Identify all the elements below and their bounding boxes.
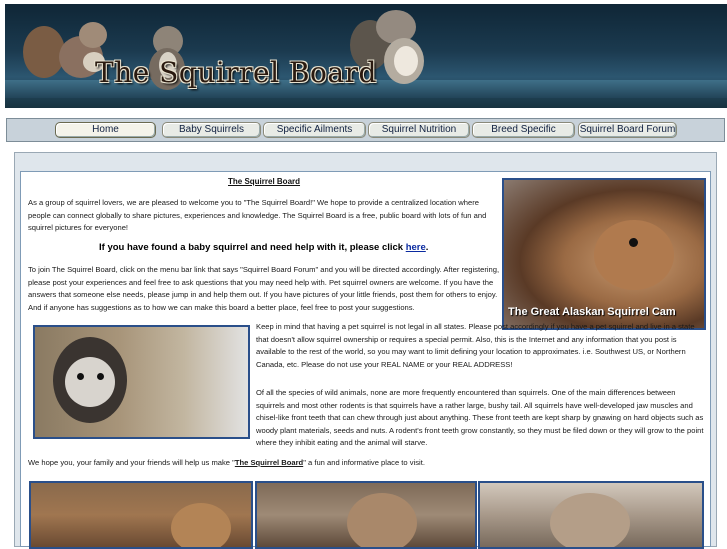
- species-paragraph: Of all the species of wild animals, none…: [256, 388, 704, 448]
- nav-breed-specific[interactable]: Breed Specific: [472, 122, 575, 138]
- pet-eye-left: [77, 373, 84, 380]
- join-paragraph: To join The Squirrel Board, click on the…: [28, 265, 500, 312]
- baby-squirrel-callout: If you have found a baby squirrel and ne…: [99, 242, 428, 253]
- cam-squirrel-shape: [594, 220, 674, 290]
- nav-specific-ailments[interactable]: Specific Ailments: [263, 122, 366, 138]
- pet-squirrel-photo: [33, 325, 250, 439]
- squirrel-cam-image[interactable]: The Great Alaskan Squirrel Cam: [502, 178, 706, 330]
- bottom-squirrel-photo-2: [255, 481, 477, 549]
- pet-face-shape: [65, 357, 115, 407]
- legal-paragraph: Keep in mind that having a pet squirrel …: [256, 322, 695, 369]
- site-banner: The Squirrel Board: [5, 4, 727, 108]
- closing-board-link[interactable]: The Squirrel Board: [235, 458, 303, 467]
- page-title: The Squirrel Board: [228, 177, 301, 186]
- nav-squirrel-board-forum[interactable]: Squirrel Board Forum: [578, 122, 677, 138]
- cam-squirrel-eye: [629, 238, 638, 247]
- squirrel-cam-label: The Great Alaskan Squirrel Cam: [508, 306, 676, 318]
- photo-squirrel-shape: [550, 493, 630, 547]
- baby-help-link[interactable]: here: [406, 242, 426, 253]
- closing-suffix: " a fun and informative place to visit.: [303, 458, 425, 467]
- nav-baby-squirrels[interactable]: Baby Squirrels: [162, 122, 261, 138]
- closing-paragraph: We hope you, your family and your friend…: [28, 457, 628, 470]
- nav-squirrel-nutrition[interactable]: Squirrel Nutrition: [368, 122, 470, 138]
- baby-callout-period: .: [425, 242, 429, 253]
- bottom-squirrel-photo-1: [29, 481, 253, 549]
- baby-callout-text: If you have found a baby squirrel and ne…: [99, 242, 406, 253]
- nav-home[interactable]: Home: [55, 122, 156, 138]
- banner-title: The Squirrel Board: [95, 56, 377, 89]
- bottom-squirrel-photo-3: [478, 481, 704, 549]
- nav-bar: Home Baby Squirrels Specific Ailments Sq…: [6, 118, 725, 142]
- pet-eye-right: [97, 373, 104, 380]
- intro-paragraph: As a group of squirrel lovers, we are pl…: [28, 198, 487, 233]
- closing-text: We hope you, your family and your friend…: [28, 458, 235, 467]
- photo-squirrel-shape: [171, 503, 231, 547]
- photo-squirrel-shape: [347, 493, 417, 547]
